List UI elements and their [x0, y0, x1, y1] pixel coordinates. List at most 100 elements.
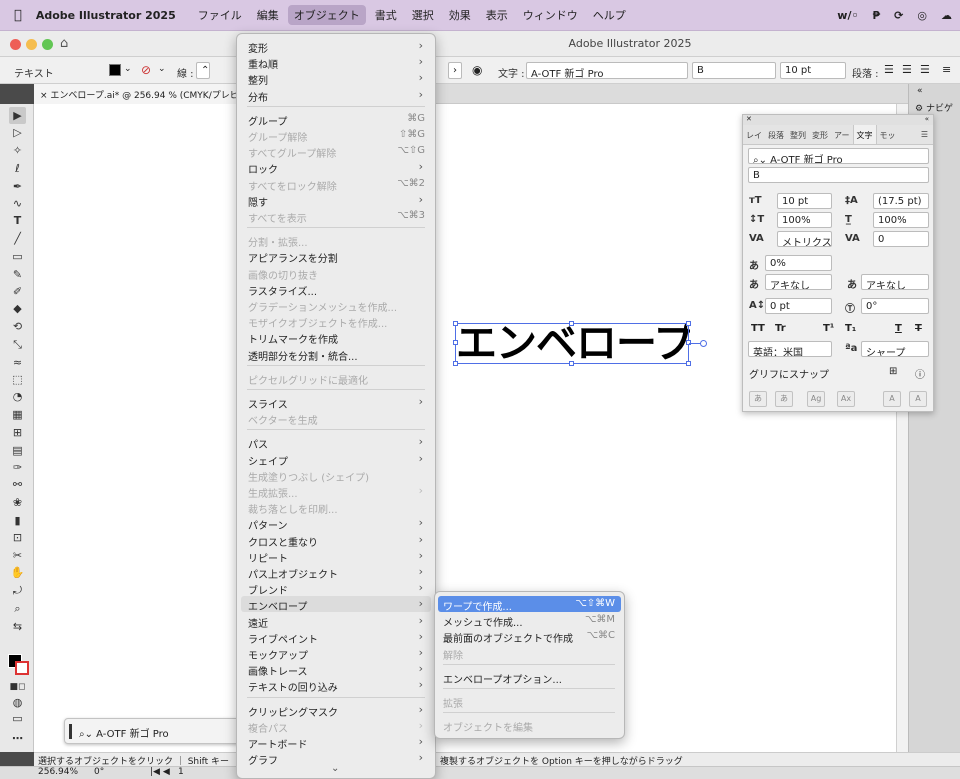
- tab-character[interactable]: 文字: [852, 125, 877, 144]
- type-out-port[interactable]: [700, 340, 707, 347]
- menu-object[interactable]: オブジェクト: [287, 5, 366, 25]
- tab-align[interactable]: 整列: [787, 125, 809, 144]
- menu-view[interactable]: 表示: [480, 5, 514, 25]
- subscript-button[interactable]: T₁: [845, 323, 856, 334]
- aki-left-field[interactable]: アキなし: [765, 274, 832, 290]
- menu-item-5[interactable]: グループ ⌘G: [241, 111, 431, 128]
- snap-baseline-icon[interactable]: あ: [749, 391, 767, 407]
- status-app-icon[interactable]: w/◦: [837, 9, 858, 22]
- gauge-icon[interactable]: ◎: [917, 9, 927, 22]
- screen-mode-icon[interactable]: ▭: [9, 710, 26, 727]
- submenu-item-0[interactable]: ワープで作成... ⌥⇧⌘W: [438, 596, 621, 613]
- chevron-down-icon[interactable]: ⌄: [331, 763, 339, 774]
- menu-item-27[interactable]: パス ›: [241, 434, 431, 451]
- rectangle-tool-icon[interactable]: ▭: [9, 248, 26, 265]
- all-caps-button[interactable]: TT: [751, 323, 765, 334]
- collapse-icon[interactable]: «: [917, 86, 923, 96]
- minimize-window-button[interactable]: [26, 39, 37, 50]
- tsume-field[interactable]: 0%: [765, 255, 832, 271]
- symbol-sprayer-tool-icon[interactable]: ❀: [9, 494, 26, 511]
- char-rotation-field[interactable]: 0°: [861, 298, 929, 314]
- free-transform-tool-icon[interactable]: ⬚: [9, 371, 26, 388]
- menu-item-41[interactable]: 画像トレース ›: [241, 661, 431, 678]
- menu-item-14[interactable]: アピアランスを分割: [241, 248, 431, 265]
- snap-glyph-bounds-icon[interactable]: Ag: [807, 391, 825, 407]
- eyedropper-tool-icon[interactable]: ✑: [9, 459, 26, 476]
- snap-italic-icon[interactable]: A: [909, 391, 927, 407]
- type-tool-icon[interactable]: T: [9, 212, 26, 229]
- menu-item-16[interactable]: ラスタライズ...: [241, 281, 431, 298]
- magic-wand-tool-icon[interactable]: ✧: [9, 142, 26, 159]
- align-left-icon[interactable]: ☰: [884, 63, 894, 76]
- submenu-item-2[interactable]: 最前面のオブジェクトで作成 ⌥⌘C: [438, 628, 621, 645]
- strikethrough-button[interactable]: T: [915, 323, 922, 334]
- close-tab-icon[interactable]: ×: [40, 91, 50, 101]
- glyph-icon[interactable]: ⊞: [889, 366, 897, 377]
- gradient-tool-icon[interactable]: ▤: [9, 442, 26, 459]
- menu-help[interactable]: ヘルプ: [587, 5, 632, 25]
- tab-mockup[interactable]: モッ: [877, 125, 899, 144]
- close-panel-icon[interactable]: ✕: [746, 115, 752, 123]
- cloud-icon[interactable]: ☁: [941, 9, 952, 22]
- info-icon[interactable]: ⓘ: [915, 366, 925, 381]
- menu-item-33[interactable]: クロスと重なり ›: [241, 532, 431, 549]
- menu-item-34[interactable]: リピート ›: [241, 548, 431, 565]
- chevron-down-icon[interactable]: ⌄: [124, 64, 132, 74]
- menu-item-24[interactable]: スライス ›: [241, 394, 431, 411]
- menu-item-2[interactable]: 整列 ›: [241, 70, 431, 87]
- selection-handle[interactable]: [686, 361, 691, 366]
- hand-tool-icon[interactable]: ✋: [9, 564, 26, 581]
- menu-item-46[interactable]: アートボード ›: [241, 734, 431, 751]
- menu-item-1[interactable]: 重ね順 ›: [241, 54, 431, 71]
- font-style-field[interactable]: B: [748, 167, 929, 183]
- menu-item-32[interactable]: パターン ›: [241, 515, 431, 532]
- first-artboard-button[interactable]: |◀ ◀: [150, 767, 170, 777]
- list-icon[interactable]: ≡: [942, 63, 951, 76]
- paragraph-label[interactable]: 段落 :: [852, 65, 879, 80]
- selection-tool-icon[interactable]: ▶: [9, 107, 26, 124]
- line-tool-icon[interactable]: ╱: [9, 230, 26, 247]
- menu-item-38[interactable]: 遠近 ›: [241, 613, 431, 630]
- shaper-tool-icon[interactable]: ✐: [9, 283, 26, 300]
- globe-icon[interactable]: ◉: [472, 63, 482, 77]
- direct-selection-tool-icon[interactable]: ▷: [9, 124, 26, 141]
- collapse-panel-icon[interactable]: «: [925, 115, 929, 123]
- horizontal-scale-field[interactable]: 100%: [873, 212, 929, 228]
- menu-item-10[interactable]: 隠す ›: [241, 192, 431, 209]
- menu-item-42[interactable]: テキストの回り込み ›: [241, 677, 431, 694]
- sync-icon[interactable]: ⟳: [894, 9, 903, 22]
- baseline-shift-field[interactable]: 0 pt: [765, 298, 832, 314]
- stroke-stepper[interactable]: ⌃: [196, 62, 210, 79]
- shape-builder-tool-icon[interactable]: ◔: [9, 388, 26, 405]
- mesh-tool-icon[interactable]: ⊞: [9, 424, 26, 441]
- selection-handle[interactable]: [569, 361, 574, 366]
- menu-select[interactable]: 選択: [406, 5, 440, 25]
- rotation-field[interactable]: 0°: [94, 767, 104, 777]
- font-family-field[interactable]: ⌕⌄ A-OTF 新ゴ Pro: [748, 148, 929, 164]
- chevron-down-icon[interactable]: ⌄: [158, 64, 166, 74]
- menu-item-28[interactable]: シェイプ ›: [241, 451, 431, 468]
- vertical-scale-field[interactable]: 100%: [777, 212, 832, 228]
- warp-tool-icon[interactable]: ≈: [9, 354, 26, 371]
- underline-button[interactable]: T: [895, 323, 902, 334]
- tab-transform[interactable]: 変形: [809, 125, 831, 144]
- submenu-item-1[interactable]: メッシュで作成... ⌥⌘M: [438, 612, 621, 629]
- slice-tool-icon[interactable]: ✂: [9, 547, 26, 564]
- selection-handle[interactable]: [453, 321, 458, 326]
- apple-icon[interactable]: : [14, 8, 22, 23]
- menu-window[interactable]: ウィンドウ: [517, 5, 584, 25]
- language-select[interactable]: 英語：米国: [748, 341, 832, 357]
- app-name[interactable]: Adobe Illustrator 2025: [36, 9, 176, 22]
- tab-layers[interactable]: レイ: [743, 125, 765, 144]
- control-size-field[interactable]: 10 pt: [780, 62, 846, 79]
- kerning-field[interactable]: メトリクス: [777, 231, 832, 247]
- blend-tool-icon[interactable]: ⚯: [9, 476, 26, 493]
- align-right-icon[interactable]: ☰: [920, 63, 930, 76]
- menu-item-37[interactable]: エンベロープ ›: [241, 596, 431, 613]
- selection-handle[interactable]: [686, 321, 691, 326]
- tab-appearance[interactable]: アー: [831, 125, 853, 144]
- home-icon[interactable]: ⌂: [60, 36, 68, 51]
- control-style-field[interactable]: B: [692, 62, 776, 79]
- submenu-item-5[interactable]: エンベロープオプション...: [438, 669, 621, 686]
- selection-handle[interactable]: [453, 361, 458, 366]
